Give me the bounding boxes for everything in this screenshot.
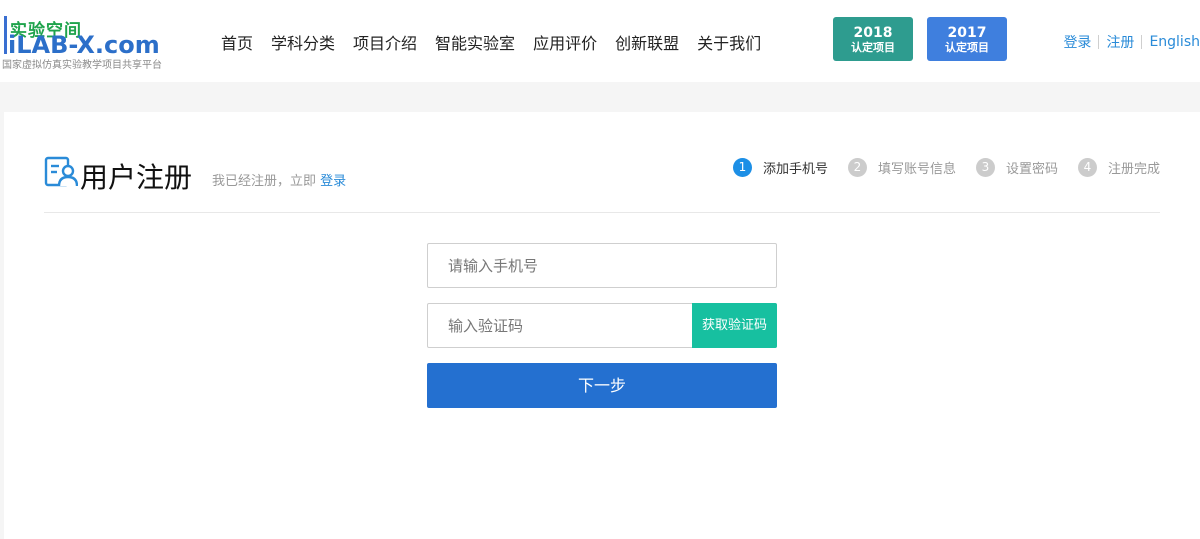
- nav-item-disciplines[interactable]: 学科分类: [271, 30, 335, 54]
- verification-code-row: 获取验证码: [427, 303, 777, 348]
- step-number: 4: [1077, 158, 1097, 177]
- step-label: 注册完成: [1107, 162, 1160, 177]
- step-label: 填写账号信息: [877, 162, 956, 177]
- login-hint: 我已经注册，立即 登录: [212, 170, 346, 189]
- page-title: 用户注册: [80, 161, 193, 194]
- step-number: 2: [847, 158, 867, 177]
- badge-label: 认定项目: [851, 41, 895, 54]
- nav-item-about[interactable]: 关于我们: [697, 30, 761, 54]
- badge-2018-projects[interactable]: 2018 认定项目: [833, 17, 913, 61]
- main-nav: 首页 学科分类 项目介绍 智能实验室 应用评价 创新联盟 关于我们: [213, 30, 779, 54]
- logo-en-text: iLAB-X.com: [8, 31, 160, 59]
- nav-item-smart-lab[interactable]: 智能实验室: [435, 30, 515, 54]
- login-hint-text: 我已经注册，立即: [212, 174, 317, 189]
- step-label: 设置密码: [1005, 162, 1058, 177]
- register-card: 用户注册 我已经注册，立即 登录 1 添加手机号 2 填写账号信息 3 设置密码…: [4, 112, 1200, 539]
- step-label: 添加手机号: [762, 162, 828, 177]
- divider: [1141, 35, 1143, 49]
- step-number: 1: [732, 158, 752, 177]
- site-logo[interactable]: 实验空间 iLAB-X.com 国家虚拟仿真实验教学项目共享平台: [2, 14, 187, 71]
- register-form: 获取验证码 下一步: [427, 243, 777, 408]
- top-links: 登录 注册 English: [1063, 32, 1200, 52]
- badge-year: 2017: [947, 25, 987, 41]
- nav-item-evaluation[interactable]: 应用评价: [533, 30, 597, 54]
- step-number: 3: [975, 158, 995, 177]
- logo-subtitle: 国家虚拟仿真实验教学项目共享平台: [2, 60, 162, 71]
- register-steps: 1 添加手机号 2 填写账号信息 3 设置密码 4 注册完成: [713, 158, 1160, 177]
- register-link[interactable]: 注册: [1106, 32, 1134, 52]
- step-add-phone: 1 添加手机号: [732, 158, 828, 177]
- step-set-password: 3 设置密码: [975, 158, 1058, 177]
- nav-item-projects[interactable]: 项目介绍: [353, 30, 417, 54]
- badge-label: 认定项目: [945, 41, 989, 54]
- next-step-button[interactable]: 下一步: [427, 363, 777, 408]
- nav-item-alliance[interactable]: 创新联盟: [615, 30, 679, 54]
- login-now-link[interactable]: 登录: [320, 174, 346, 189]
- step-account-info: 2 填写账号信息: [847, 158, 956, 177]
- section-divider: [44, 212, 1160, 213]
- user-register-icon: [44, 156, 78, 187]
- badge-2017-projects[interactable]: 2017 认定项目: [927, 17, 1007, 61]
- badge-year: 2018: [853, 25, 893, 41]
- site-header: 实验空间 iLAB-X.com 国家虚拟仿真实验教学项目共享平台 首页 学科分类…: [0, 0, 1200, 82]
- get-code-button[interactable]: 获取验证码: [692, 303, 777, 348]
- phone-input[interactable]: [427, 243, 777, 288]
- nav-item-home[interactable]: 首页: [221, 30, 253, 54]
- divider: [1098, 35, 1100, 49]
- english-link[interactable]: English: [1149, 34, 1200, 50]
- login-link[interactable]: 登录: [1063, 32, 1091, 52]
- logo-bar: [4, 16, 7, 54]
- step-complete: 4 注册完成: [1077, 158, 1160, 177]
